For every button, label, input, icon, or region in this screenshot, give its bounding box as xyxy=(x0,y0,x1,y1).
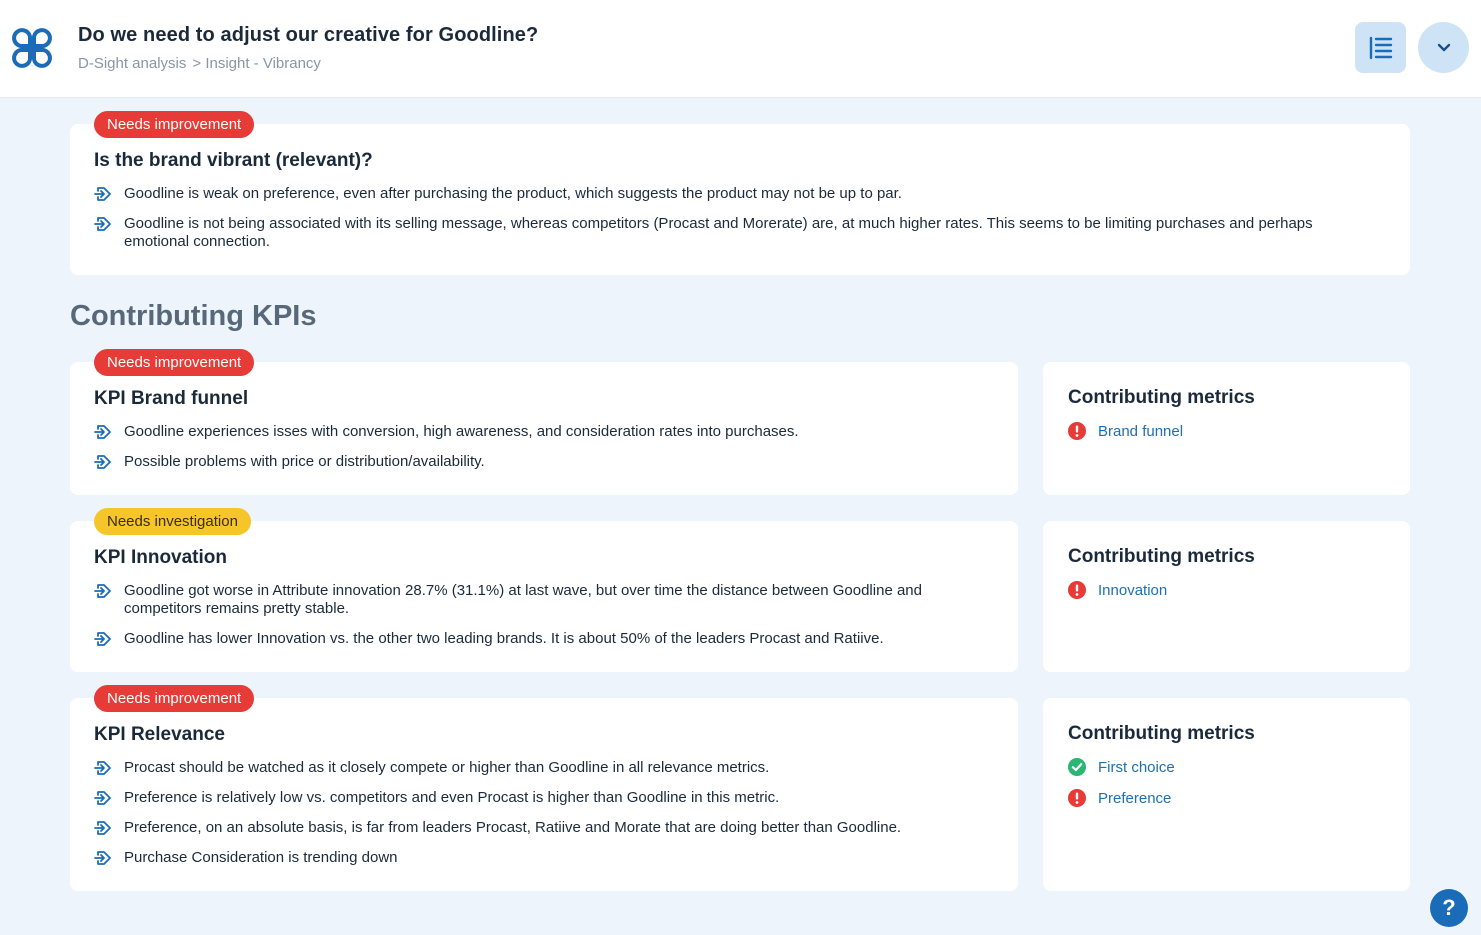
kpi-bullets: Procast should be watched as it closely … xyxy=(94,759,958,879)
status-badge: Needs improvement xyxy=(94,349,255,376)
metric-list: First choice Preference xyxy=(1068,758,1175,820)
breadcrumb-item-insight[interactable]: > Insight - Vibrancy xyxy=(192,55,321,72)
list-item: Goodline experiences isses with conversi… xyxy=(94,423,958,441)
contributing-metrics-card: Contributing metrics First choice Prefer… xyxy=(1043,698,1410,891)
insight-bullets: Goodline is weak on preference, even aft… xyxy=(94,185,1350,263)
kpi-bullets: Goodline experiences isses with conversi… xyxy=(94,423,958,483)
arrow-right-icon xyxy=(94,851,111,865)
list-item: Preference is relatively low vs. competi… xyxy=(94,789,958,807)
arrow-right-icon xyxy=(94,425,111,439)
metric-link-preference[interactable]: Preference xyxy=(1068,789,1175,807)
kpi-title: KPI Relevance xyxy=(94,724,225,745)
breadcrumb-item-analysis[interactable]: D-Sight analysis xyxy=(78,55,186,72)
metric-label[interactable]: Preference xyxy=(1098,790,1171,807)
question-icon: ? xyxy=(1442,895,1456,920)
help-button[interactable]: ? xyxy=(1430,889,1468,927)
list-item: Possible problems with price or distribu… xyxy=(94,453,958,471)
exclamation-icon xyxy=(1068,581,1086,599)
bullet-text: Goodline experiences isses with conversi… xyxy=(124,423,799,440)
table-of-contents-button[interactable] xyxy=(1355,22,1406,73)
bullet-text: Goodline got worse in Attribute innovati… xyxy=(124,582,922,617)
list-item: Goodline is weak on preference, even aft… xyxy=(94,185,1350,203)
list-item: Procast should be watched as it closely … xyxy=(94,759,958,777)
section-title: Contributing KPIs xyxy=(70,300,317,332)
list-item: Preference, on an absolute basis, is far… xyxy=(94,819,958,837)
page-title: Do we need to adjust our creative for Go… xyxy=(78,24,539,46)
kpi-card-innovation: KPI Innovation Goodline got worse in Att… xyxy=(70,521,1018,672)
metrics-title: Contributing metrics xyxy=(1068,723,1255,744)
kpi-card-brand-funnel: KPI Brand funnel Goodline experiences is… xyxy=(70,362,1018,495)
bullet-text: Goodline has lower Innovation vs. the ot… xyxy=(124,630,884,647)
metric-label[interactable]: First choice xyxy=(1098,759,1175,776)
list-item: Goodline has lower Innovation vs. the ot… xyxy=(94,630,958,648)
metric-link-first-choice[interactable]: First choice xyxy=(1068,758,1175,776)
arrow-right-icon xyxy=(94,791,111,805)
metric-list: Brand funnel xyxy=(1068,422,1183,453)
arrow-right-icon xyxy=(94,821,111,835)
status-badge: Needs investigation xyxy=(94,508,251,535)
check-icon xyxy=(1068,758,1086,776)
list-item: Purchase Consideration is trending down xyxy=(94,849,958,867)
dropdown-button[interactable] xyxy=(1418,22,1469,73)
arrow-right-icon xyxy=(94,217,111,231)
bullet-text: Goodline is not being associated with it… xyxy=(124,215,1313,250)
metric-link-brand-funnel[interactable]: Brand funnel xyxy=(1068,422,1183,440)
app-logo-icon[interactable] xyxy=(10,26,54,70)
bullet-text: Goodline is weak on preference, even aft… xyxy=(124,185,902,202)
kpi-title: KPI Innovation xyxy=(94,547,227,568)
top-bar: Do we need to adjust our creative for Go… xyxy=(0,0,1481,98)
insight-summary-card: Is the brand vibrant (relevant)? Goodlin… xyxy=(70,124,1410,275)
metric-list: Innovation xyxy=(1068,581,1167,612)
metrics-title: Contributing metrics xyxy=(1068,546,1255,567)
metric-link-innovation[interactable]: Innovation xyxy=(1068,581,1167,599)
exclamation-icon xyxy=(1068,422,1086,440)
bullet-text: Possible problems with price or distribu… xyxy=(124,453,485,470)
arrow-right-icon xyxy=(94,632,111,646)
arrow-right-icon xyxy=(94,455,111,469)
list-item: Goodline got worse in Attribute innovati… xyxy=(94,582,958,618)
list-item: Goodline is not being associated with it… xyxy=(94,215,1350,251)
bullet-text: Preference is relatively low vs. competi… xyxy=(124,789,780,806)
metric-label[interactable]: Innovation xyxy=(1098,582,1167,599)
arrow-right-icon xyxy=(94,584,111,598)
chevron-down-icon xyxy=(1437,43,1450,51)
kpi-card-relevance: KPI Relevance Procast should be watched … xyxy=(70,698,1018,891)
bullet-text: Procast should be watched as it closely … xyxy=(124,759,770,776)
breadcrumb: D-Sight analysis > Insight - Vibrancy xyxy=(78,55,321,72)
metric-label[interactable]: Brand funnel xyxy=(1098,423,1183,440)
bullet-text: Purchase Consideration is trending down xyxy=(124,849,398,866)
metrics-title: Contributing metrics xyxy=(1068,387,1255,408)
arrow-right-icon xyxy=(94,761,111,775)
status-badge: Needs improvement xyxy=(94,685,255,712)
kpi-title: KPI Brand funnel xyxy=(94,388,249,409)
status-badge: Needs improvement xyxy=(94,111,255,138)
insight-heading: Is the brand vibrant (relevant)? xyxy=(94,150,373,171)
contributing-metrics-card: Contributing metrics Brand funnel xyxy=(1043,362,1410,495)
exclamation-icon xyxy=(1068,789,1086,807)
list-icon xyxy=(1369,36,1392,59)
bullet-text: Preference, on an absolute basis, is far… xyxy=(124,819,902,836)
kpi-bullets: Goodline got worse in Attribute innovati… xyxy=(94,582,958,660)
arrow-right-icon xyxy=(94,187,111,201)
contributing-metrics-card: Contributing metrics Innovation xyxy=(1043,521,1410,672)
